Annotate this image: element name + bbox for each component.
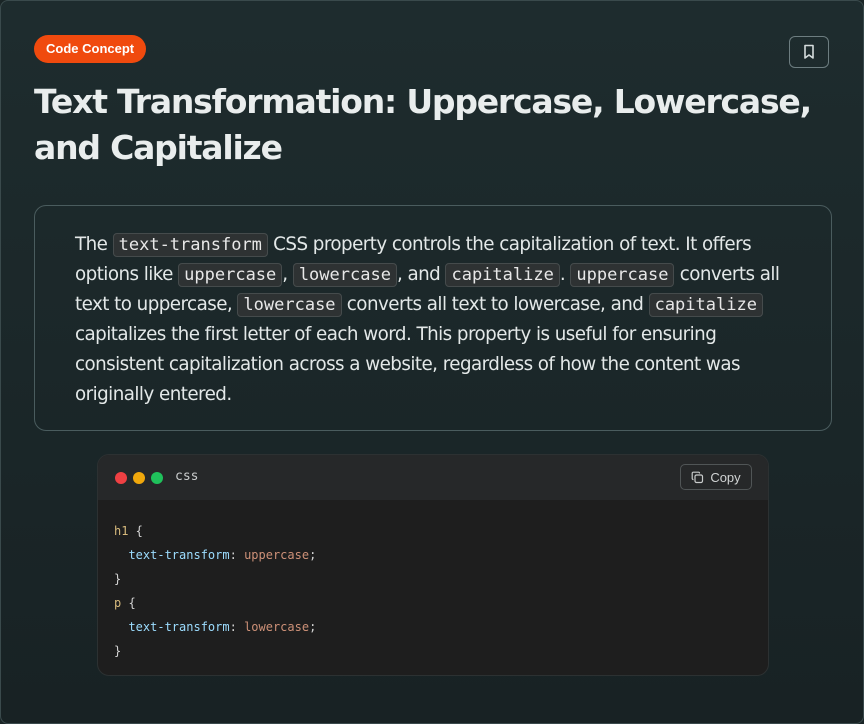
inline-code: uppercase [570,263,675,287]
description-box: The text-transform CSS property controls… [34,205,832,431]
code-line: h1 { [114,524,143,538]
code-header: css Copy [98,455,768,500]
description-text: The text-transform CSS property controls… [75,233,780,405]
code-line: text-transform: uppercase; [128,548,317,562]
window-minimize-dot [133,472,145,484]
copy-icon [691,471,704,483]
code-line: p { [114,596,136,610]
code-line: text-transform: lowercase; [128,620,317,634]
code-line: } [114,572,122,586]
inline-code: lowercase [292,263,397,287]
inline-code: capitalize [445,263,560,287]
inline-code: capitalize [648,293,763,317]
inline-code: lowercase [237,293,342,317]
code-block: css Copy h1 { text-transform: uppercase;… [97,454,769,676]
window-close-dot [115,472,127,484]
copy-button[interactable]: Copy [680,464,752,490]
bookmark-icon [804,44,814,59]
inline-code: text-transform [112,233,268,257]
page-title: Text Transformation: Uppercase, Lowercas… [34,82,812,167]
copy-button-label: Copy [710,469,741,485]
concept-card: Code Concept Text Transformation: Upperc… [0,0,864,724]
code-line: } [114,644,122,658]
code-concept-badge: Code Concept [34,35,147,63]
code-language-label: css [175,469,199,484]
bookmark-button[interactable] [789,36,829,68]
code-content: h1 { text-transform: uppercase; } p { te… [98,500,768,663]
inline-code: uppercase [178,263,283,287]
window-maximize-dot [151,472,163,484]
